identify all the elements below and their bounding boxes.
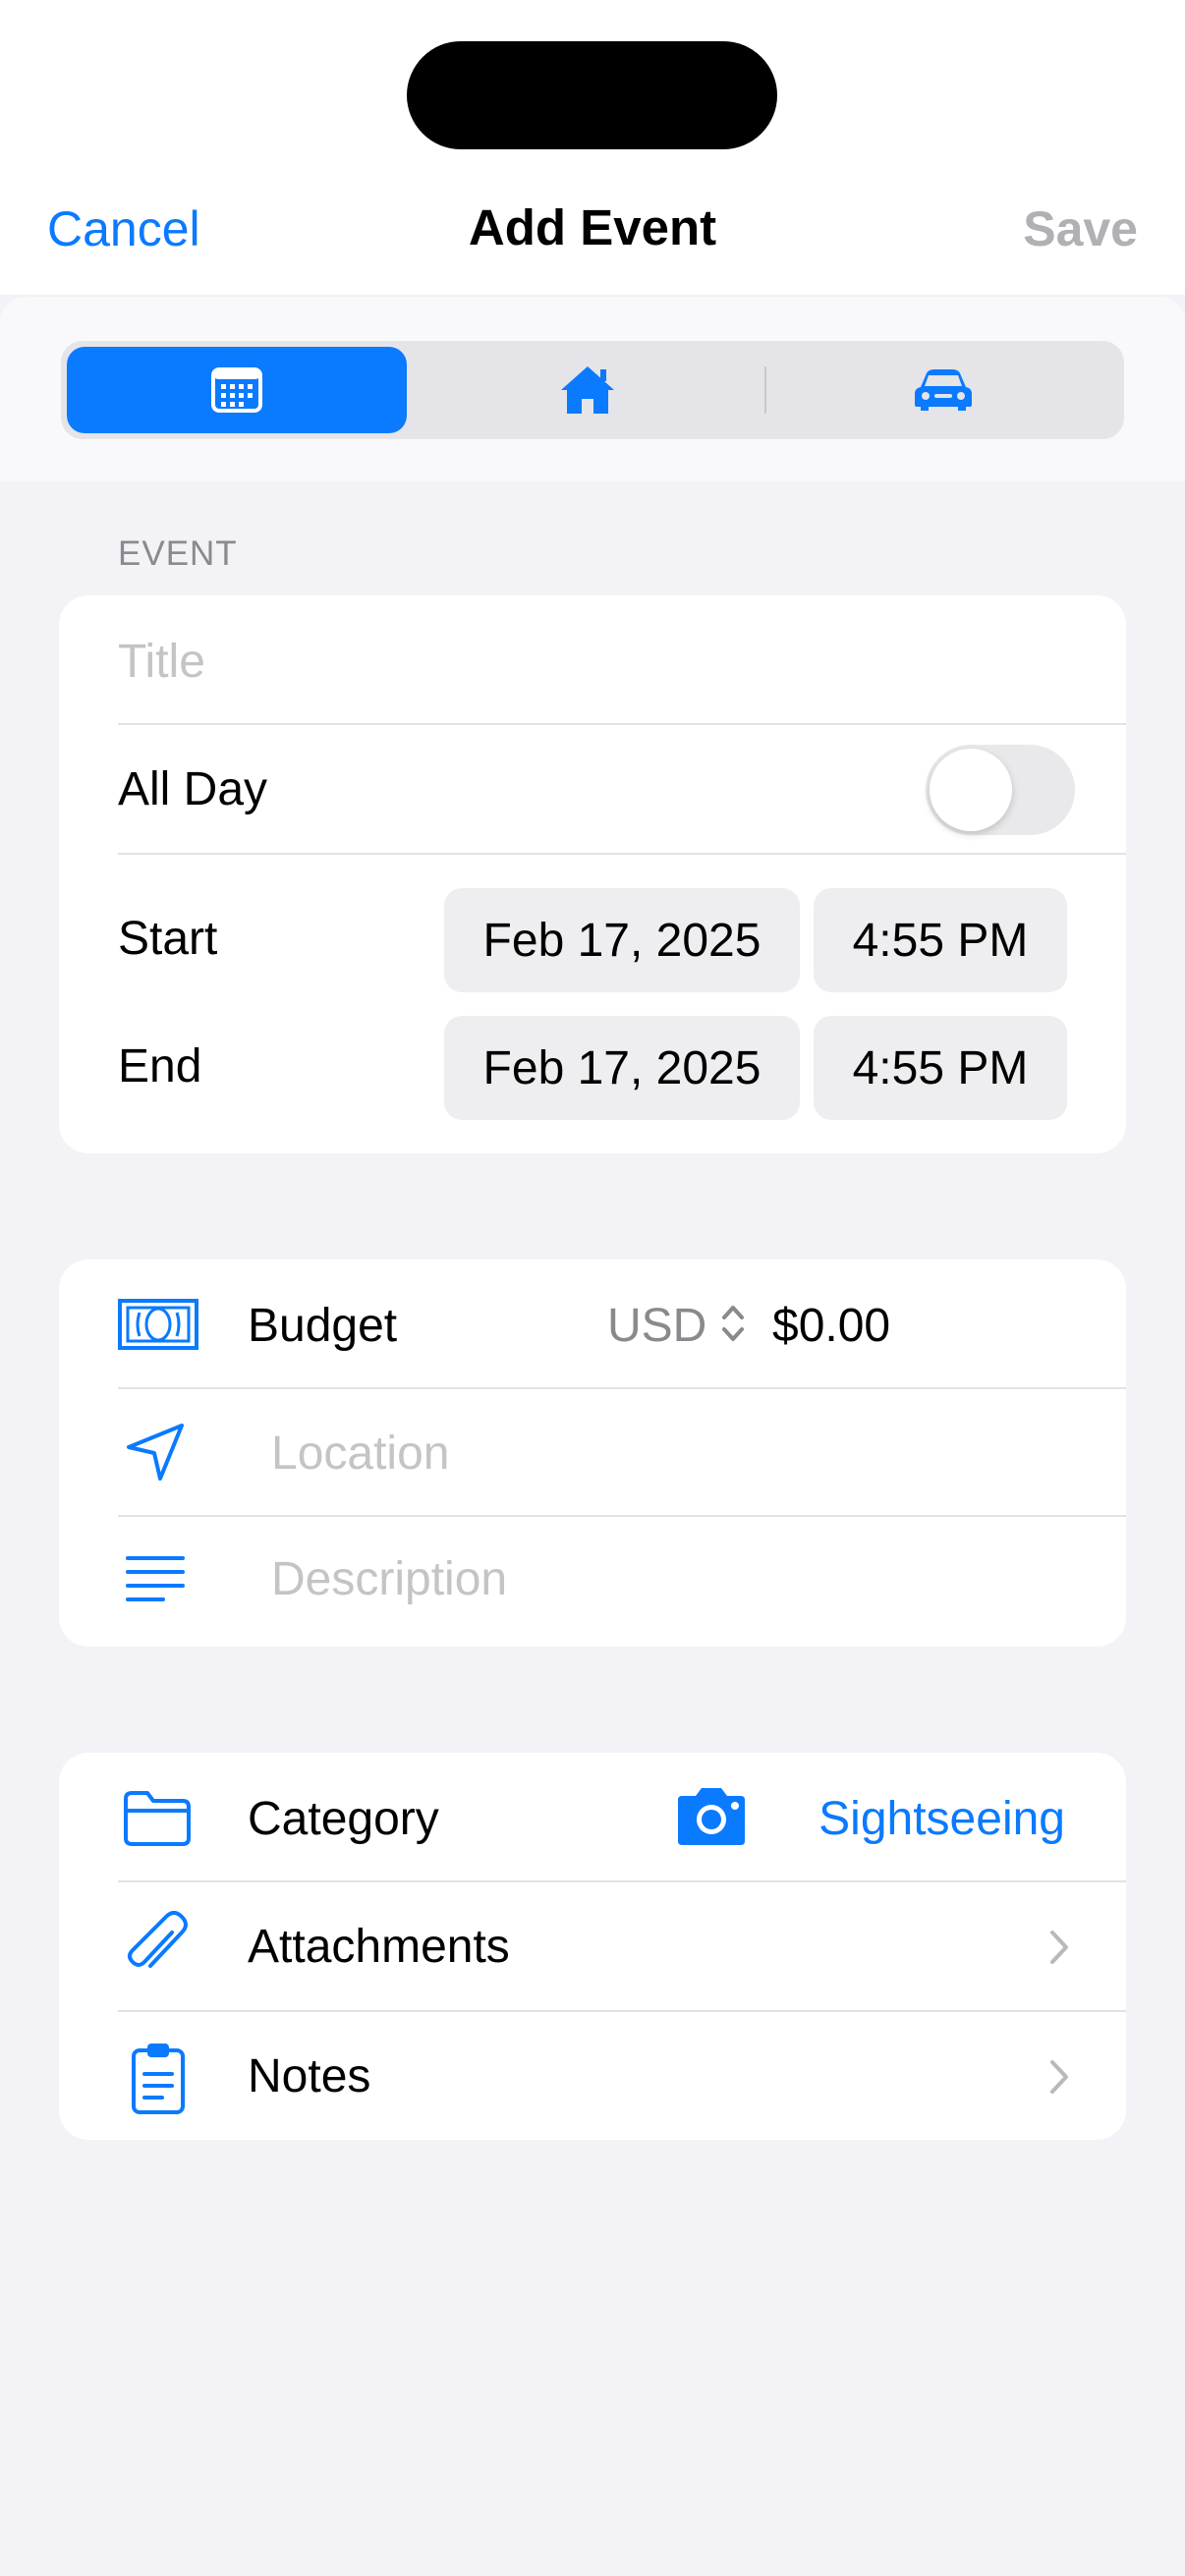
divider: [118, 853, 1126, 855]
title-input[interactable]: Title: [118, 635, 205, 689]
add-event-screen: Cancel Add Event Save EVENT Title All Da…: [0, 0, 1185, 2576]
attachments-row[interactable]: Attachments: [248, 1920, 510, 1974]
paperclip-icon: [124, 1910, 191, 1981]
end-time-button[interactable]: 4:55 PM: [814, 1016, 1067, 1120]
description-input[interactable]: Description: [271, 1552, 507, 1606]
chevron-right-icon: [1047, 2057, 1071, 2097]
dynamic-island: [407, 41, 777, 149]
details-card: Budget USD $0.00 Location Description: [59, 1260, 1126, 1647]
event-section-header: EVENT: [118, 534, 238, 573]
divider: [118, 723, 1126, 725]
start-time-button[interactable]: 4:55 PM: [814, 888, 1067, 992]
clipboard-icon: [130, 2040, 187, 2116]
segment-event[interactable]: [67, 347, 407, 433]
all-day-label: All Day: [118, 763, 268, 815]
all-day-toggle[interactable]: [926, 745, 1075, 835]
divider: [118, 1880, 1126, 1882]
text-lines-icon: [124, 1552, 187, 1609]
segment-transport[interactable]: [768, 347, 1118, 433]
house-icon: [561, 366, 614, 414]
start-date-button[interactable]: Feb 17, 2025: [444, 888, 800, 992]
page-title: Add Event: [468, 199, 717, 255]
notes-row[interactable]: Notes: [248, 2049, 370, 2103]
meta-card: Category Sightseeing Attachments Notes: [59, 1753, 1126, 2140]
budget-amount-input[interactable]: $0.00: [772, 1299, 890, 1353]
end-label: End: [118, 1040, 202, 1092]
calendar-icon: [211, 367, 262, 413]
divider: [118, 1387, 1126, 1389]
segment-lodging[interactable]: [415, 347, 761, 433]
top-bar: Cancel Add Event Save: [0, 0, 1185, 295]
start-label: Start: [118, 913, 218, 965]
location-input[interactable]: Location: [271, 1427, 449, 1481]
folder-icon: [122, 1788, 193, 1849]
camera-icon: [672, 1784, 751, 1849]
segment-divider: [764, 366, 766, 414]
save-button[interactable]: Save: [1023, 200, 1138, 257]
end-date-button[interactable]: Feb 17, 2025: [444, 1016, 800, 1120]
event-card: Title All Day Start Feb 17, 2025 4:55 PM…: [59, 595, 1126, 1153]
car-icon: [915, 369, 972, 411]
event-type-segmented-control: [61, 341, 1124, 439]
divider: [118, 2010, 1126, 2012]
chevron-up-down-icon: [719, 1301, 747, 1346]
banknote-icon: [118, 1297, 198, 1352]
chevron-right-icon: [1047, 1928, 1071, 1967]
category-value-button[interactable]: Sightseeing: [818, 1792, 1065, 1846]
toggle-knob: [930, 749, 1012, 831]
location-arrow-icon: [124, 1421, 187, 1484]
category-label: Category: [248, 1793, 439, 1845]
currency-picker[interactable]: USD: [607, 1299, 706, 1353]
divider: [118, 1515, 1126, 1517]
budget-label: Budget: [248, 1300, 398, 1352]
